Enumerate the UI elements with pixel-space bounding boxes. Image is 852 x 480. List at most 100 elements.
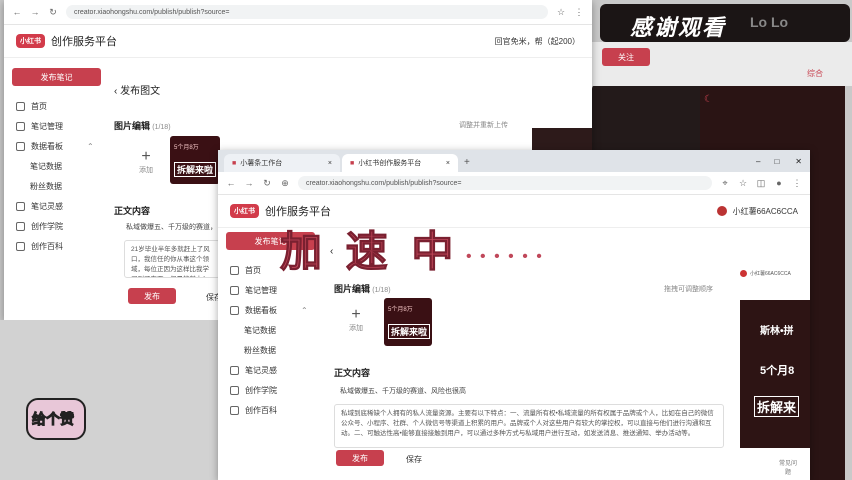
thumb-line1: 5个月8万: [388, 307, 413, 313]
image-thumbnail[interactable]: 5个月8万 拆解来啦: [384, 298, 432, 346]
sidebar-item-inspiration[interactable]: 笔记灵感: [4, 196, 109, 216]
site-info-icon[interactable]: ⊕: [280, 178, 290, 189]
forward-arrow-icon[interactable]: →: [244, 178, 254, 188]
profile-icon[interactable]: ●: [774, 178, 784, 188]
sidebar-item-label: 粉丝数据: [244, 345, 276, 355]
maximize-icon[interactable]: □: [774, 157, 779, 166]
sidebar-item-label: 首页: [31, 101, 47, 111]
sidebar-item-label: 笔记数据: [30, 161, 62, 171]
tab-creator-platform[interactable]: ■ 小红书创作服务平台 ×: [342, 154, 458, 172]
forward-arrow-icon[interactable]: →: [30, 7, 40, 17]
body-textarea[interactable]: 私域到底稀缺个人拥有的私人流量资源。主要有以下特点：一、流量所有权•私域流量的所…: [334, 404, 724, 448]
sidebar-item-label: 笔记灵感: [31, 201, 63, 211]
save-button[interactable]: 保存: [406, 454, 422, 465]
title-input[interactable]: 私域做爆五、千万级的赛道，: [126, 222, 217, 232]
app-title: 创作服务平台: [265, 206, 331, 218]
chart-icon: [230, 305, 239, 315]
publish-button[interactable]: 发布: [336, 450, 384, 466]
close-icon[interactable]: ×: [328, 160, 332, 167]
tab-label: 小薯条工作台: [240, 160, 283, 167]
sidebar-item-label: 笔记管理: [31, 121, 63, 131]
preview-line2: 5个月8: [760, 365, 795, 377]
app-logo: 小红书: [16, 34, 45, 48]
extensions-icon[interactable]: ◫: [756, 178, 766, 189]
location-icon[interactable]: ⌖: [720, 178, 730, 189]
reload-icon[interactable]: ↻: [262, 178, 272, 189]
add-image-button[interactable]: + 添加: [336, 300, 376, 340]
phone-preview: 小红薯66AC6CCA 斯林•拼 5个月8 拆解来 常见问题: [738, 268, 810, 480]
sidebar-item-inspiration[interactable]: 笔记灵感: [218, 360, 323, 380]
address-bar[interactable]: creator.xiaohongshu.com/publish/publish?…: [298, 176, 712, 190]
publish-note-button[interactable]: 发布笔记: [12, 68, 101, 86]
thumb-line2: 拆解来啦: [174, 162, 217, 177]
bookmark-icon[interactable]: ☆: [738, 178, 748, 189]
sidebar-item-fans-data[interactable]: 粉丝数据: [218, 340, 323, 360]
add-label: 添加: [349, 325, 363, 332]
preview-line3: 拆解来: [754, 396, 800, 417]
chevron-up-icon: ⌃: [301, 305, 308, 315]
follow-button[interactable]: 关注: [602, 48, 650, 66]
body-section-title: 正文内容: [334, 368, 371, 378]
sidebar-item-notes[interactable]: 笔记管理: [4, 116, 109, 136]
add-image-button[interactable]: + 添加: [126, 142, 166, 182]
sidebar-item-label: 粉丝数据: [30, 181, 62, 191]
title-input[interactable]: 私域做爆五、千万级的赛道、风险也很高: [340, 386, 466, 396]
sidebar-item-note-data[interactable]: 笔记数据: [4, 156, 109, 176]
plus-icon: +: [351, 306, 361, 323]
sidebar-item-label: 首页: [245, 265, 261, 275]
plus-icon: +: [141, 148, 151, 165]
preview-line1: 斯林•拼: [760, 326, 794, 337]
sidebar-item-dashboard[interactable]: 数据看板 ⌃: [4, 136, 109, 156]
sidebar-item-label: 笔记灵感: [245, 365, 277, 375]
add-label: 添加: [139, 167, 153, 174]
minimize-icon[interactable]: –: [756, 157, 760, 166]
new-tab-icon[interactable]: +: [464, 157, 470, 168]
sidebar-item-note-data[interactable]: 笔记数据: [218, 320, 323, 340]
sidebar-item-academy[interactable]: 创作学院: [218, 380, 323, 400]
menu-dots-icon[interactable]: ⋮: [574, 7, 584, 18]
chart-icon: [16, 141, 25, 151]
drag-hint: 调整并重新上传: [459, 122, 508, 129]
sidebar-item-fans-data[interactable]: 粉丝数据: [4, 176, 109, 196]
publish-button[interactable]: 发布: [128, 288, 176, 304]
tab-workbench[interactable]: ■ 小薯条工作台 ×: [224, 154, 340, 172]
address-bar[interactable]: creator.xiaohongshu.com/publish/publish?…: [66, 5, 548, 19]
faq-link[interactable]: 常见问题: [778, 458, 798, 476]
sidebar-item-label: 笔记管理: [245, 285, 277, 295]
sidebar-item-academy[interactable]: 创作学院: [4, 216, 109, 236]
reload-icon[interactable]: ↻: [48, 7, 58, 18]
top-right-sticker: 感谢观看 Lo Lo: [600, 4, 850, 42]
account-name[interactable]: 回官免米，帮（起200）: [495, 36, 580, 47]
page-title: 发布图文: [120, 86, 161, 97]
academy-icon: [230, 385, 239, 395]
moon-icon: ☾: [704, 94, 713, 105]
avatar[interactable]: [716, 206, 727, 216]
loading-overlay-text: 加 速 中: [279, 228, 460, 276]
account-name[interactable]: 小红薯66AC6CCA: [733, 206, 798, 217]
sidebar-item-wiki[interactable]: 创作百科: [4, 236, 109, 256]
back-arrow-icon[interactable]: ←: [226, 178, 236, 188]
drag-hint: 拖拽可调整顺序: [664, 286, 713, 293]
sidebar-item-wiki[interactable]: 创作百科: [218, 400, 323, 420]
app-title: 创作服务平台: [51, 36, 117, 48]
image-thumbnail[interactable]: 5个月8万 拆解来啦: [170, 136, 220, 184]
menu-dots-icon[interactable]: ⋮: [792, 178, 802, 189]
back-right-area: 关注 综合: [592, 42, 852, 86]
bulb-icon: [230, 365, 239, 375]
follow-dropdown[interactable]: 综合: [807, 68, 823, 79]
tab-icon: ■: [232, 159, 237, 167]
close-icon[interactable]: ×: [446, 160, 450, 167]
sidebar-item-home[interactable]: 首页: [4, 96, 109, 116]
back-arrow-icon[interactable]: ←: [12, 7, 22, 17]
note-icon: [230, 285, 239, 295]
home-icon: [16, 101, 25, 111]
bookmark-icon[interactable]: ☆: [556, 7, 566, 18]
sidebar-item-label: 笔记数据: [244, 325, 276, 335]
home-icon: [230, 265, 239, 275]
sidebar-item-notes[interactable]: 笔记管理: [218, 280, 323, 300]
sidebar-item-dashboard[interactable]: 数据看板 ⌃: [218, 300, 323, 320]
window-close-icon[interactable]: ✕: [795, 157, 802, 166]
academy-icon: [16, 221, 25, 231]
book-icon: [16, 241, 25, 251]
body-textarea[interactable]: 21岁毕业半年多就赶上了风口，我信任的你从事这个领域，每位正因为这样比我学习到了…: [124, 240, 220, 278]
